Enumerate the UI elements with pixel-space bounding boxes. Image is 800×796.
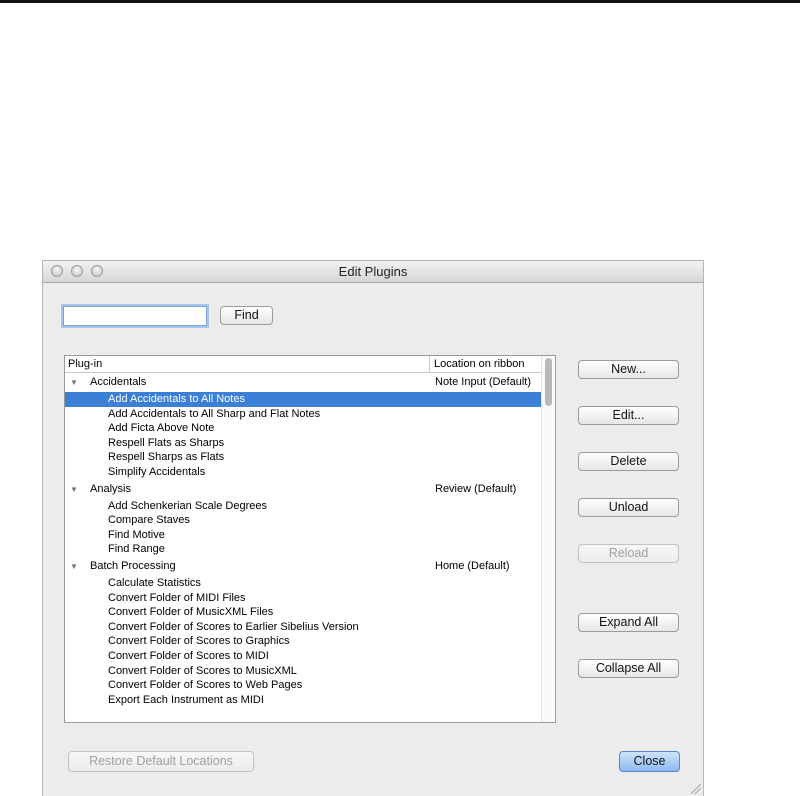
plugin-row[interactable]: Add Ficta Above Note (65, 421, 542, 436)
plugin-name: Add Accidentals to All Notes (108, 393, 245, 405)
group-row[interactable]: ▼ Analysis Review (Default) (65, 480, 542, 499)
find-button[interactable]: Find (220, 306, 273, 325)
group-row[interactable]: ▼ Batch Processing Home (Default) (65, 557, 542, 576)
plugin-name: Convert Folder of Scores to MIDI (108, 649, 269, 662)
plugin-name: Respell Sharps as Flats (108, 451, 225, 464)
plugin-name: Find Motive (108, 528, 165, 541)
plugin-row[interactable]: Add Accidentals to All Sharp and Flat No… (65, 407, 542, 422)
plugin-row[interactable]: Convert Folder of Scores to MusicXML (65, 664, 542, 679)
plugin-name: Find Range (108, 543, 165, 556)
top-rule (0, 0, 800, 3)
scroll-thumb[interactable] (545, 358, 552, 406)
group-location: Review (Default) (435, 482, 517, 495)
title-bar[interactable]: Edit Plugins (43, 261, 703, 283)
plugin-row[interactable]: Convert Folder of Scores to MIDI (65, 649, 542, 664)
plugin-name: Compare Staves (108, 514, 190, 527)
group-name: Accidentals (90, 376, 147, 388)
restore-default-locations-button[interactable]: Restore Default Locations (68, 751, 254, 772)
group-name: Batch Processing (90, 559, 176, 572)
plugin-row[interactable]: Find Motive (65, 528, 542, 543)
plugin-rows: ▼ Accidentals Note Input (Default) Add Acci… (65, 373, 542, 707)
resize-grip-icon[interactable] (691, 784, 701, 794)
plugin-row[interactable]: Convert Folder of MIDI Files (65, 591, 542, 606)
plugin-row[interactable]: Convert Folder of MusicXML Files (65, 605, 542, 620)
collapse-all-button[interactable]: Collapse All (578, 659, 679, 678)
edit-button[interactable]: Edit... (578, 406, 679, 425)
edit-plugins-window: Edit Plugins Find Plug-in Location on ri… (42, 260, 704, 796)
search-input[interactable] (63, 306, 207, 326)
column-header-location[interactable]: Location on ribbon (434, 358, 525, 370)
plugin-row[interactable]: Respell Flats as Sharps (65, 436, 542, 451)
plugin-name: Export Each Instrument as MIDI (108, 693, 264, 706)
plugin-name: Add Schenkerian Scale Degrees (108, 499, 267, 512)
plugin-row[interactable]: Respell Sharps as Flats (65, 450, 542, 465)
column-header-plugin[interactable]: Plug-in (68, 358, 102, 370)
plugin-list[interactable]: Plug-in Location on ribbon ▼ Accidentals N… (64, 355, 556, 723)
plugin-name: Calculate Statistics (108, 576, 201, 589)
plugin-name: Convert Folder of MIDI Files (108, 591, 246, 604)
group-location: Home (Default) (435, 559, 510, 572)
plugin-name: Convert Folder of Scores to MusicXML (108, 664, 297, 677)
plugin-row[interactable]: Calculate Statistics (65, 576, 542, 591)
list-header: Plug-in Location on ribbon (65, 356, 542, 373)
new-button[interactable]: New... (578, 360, 679, 379)
unload-button[interactable]: Unload (578, 498, 679, 517)
plugin-row[interactable]: Add Accidentals to All Notes (65, 392, 542, 407)
plugin-name: Convert Folder of MusicXML Files (108, 606, 274, 619)
reload-button[interactable]: Reload (578, 544, 679, 563)
plugin-row[interactable]: Convert Folder of Scores to Graphics (65, 634, 542, 649)
plugin-name: Convert Folder of Scores to Earlier Sibe… (108, 620, 359, 633)
plugin-row[interactable]: Convert Folder of Scores to Earlier Sibe… (65, 620, 542, 635)
plugin-name: Add Accidentals to All Sharp and Flat No… (108, 407, 321, 420)
plugin-name: Convert Folder of Scores to Graphics (108, 635, 290, 648)
plugin-row[interactable]: Simplify Accidentals (65, 465, 542, 480)
vertical-scrollbar[interactable] (541, 356, 555, 722)
plugin-row[interactable]: Export Each Instrument as MIDI (65, 693, 542, 708)
plugin-name: Convert Folder of Scores to Web Pages (108, 679, 303, 692)
disclosure-triangle-icon[interactable]: ▼ (70, 480, 78, 499)
close-button[interactable]: Close (619, 751, 680, 772)
disclosure-triangle-icon[interactable]: ▼ (70, 557, 78, 576)
plugin-row[interactable]: Convert Folder of Scores to Web Pages (65, 678, 542, 693)
window-title: Edit Plugins (338, 264, 408, 279)
plugin-name: Add Ficta Above Note (108, 422, 215, 435)
disclosure-triangle-icon[interactable]: ▼ (70, 373, 78, 392)
expand-all-button[interactable]: Expand All (578, 613, 679, 632)
plugin-row[interactable]: Compare Staves (65, 513, 542, 528)
delete-button[interactable]: Delete (578, 452, 679, 471)
plugin-row[interactable]: Add Schenkerian Scale Degrees (65, 499, 542, 514)
column-divider (429, 356, 430, 373)
group-name: Analysis (90, 482, 131, 495)
plugin-row[interactable]: Find Range (65, 542, 542, 557)
group-row[interactable]: ▼ Accidentals Note Input (Default) (65, 373, 542, 392)
group-location: Note Input (Default) (435, 376, 531, 388)
plugin-name: Simplify Accidentals (108, 465, 206, 478)
plugin-name: Respell Flats as Sharps (108, 436, 225, 449)
